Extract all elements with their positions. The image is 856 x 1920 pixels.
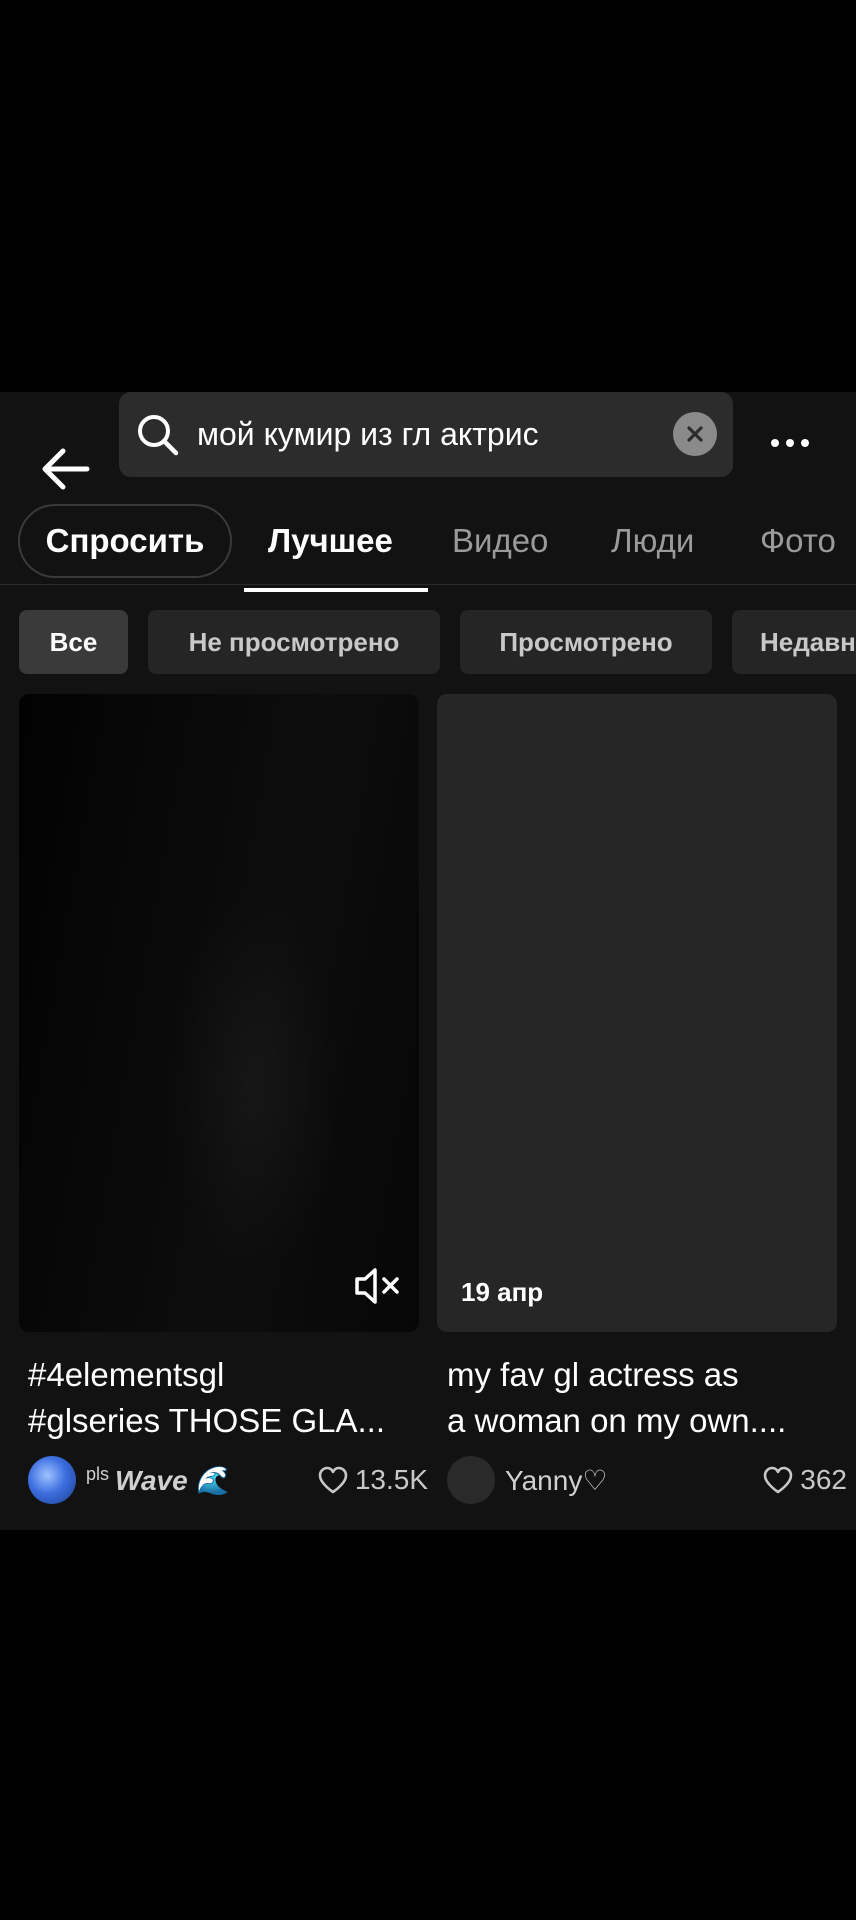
filter-chip-watched[interactable]: Просмотрено <box>460 610 712 674</box>
author-name[interactable]: pls Wave 🌊 <box>86 1464 317 1497</box>
video-thumbnail[interactable] <box>19 694 419 1332</box>
author-main-name: Yanny♡ <box>505 1464 608 1496</box>
search-input[interactable]: мой кумир из гл актрис <box>119 392 733 477</box>
tab-ask[interactable]: Спросить <box>18 504 232 578</box>
like-count: 13.5K <box>317 1464 428 1496</box>
more-dot-icon <box>801 439 809 447</box>
clear-search-button[interactable] <box>673 412 717 456</box>
like-count-value: 362 <box>800 1464 847 1495</box>
video-author-row: Yanny♡ 362 <box>447 1454 847 1506</box>
video-date: 19 апр <box>461 1277 544 1307</box>
active-tab-indicator <box>244 588 428 592</box>
tab-top[interactable]: Лучшее <box>268 504 393 578</box>
tab-photos[interactable]: Фото <box>760 504 836 578</box>
close-icon <box>687 426 703 442</box>
video-caption[interactable]: #4elementsgl #glseries THOSE GLA... <box>28 1352 428 1444</box>
author-main-name: Wave 🌊 <box>115 1464 231 1496</box>
video-author-row: pls Wave 🌊 13.5K <box>28 1454 428 1506</box>
muted-speaker-icon[interactable] <box>353 1264 403 1308</box>
search-query: мой кумир из гл актрис <box>197 416 539 452</box>
more-options-button[interactable] <box>760 418 820 468</box>
tab-people[interactable]: Люди <box>611 504 694 578</box>
tab-videos[interactable]: Видео <box>452 504 548 578</box>
caption-line: #4elementsgl <box>28 1356 225 1393</box>
search-icon <box>138 415 179 456</box>
avatar[interactable] <box>447 1456 495 1504</box>
search-tabs: Спросить Лучшее Видео Люди Фото <box>0 504 856 585</box>
back-button[interactable] <box>30 434 100 504</box>
heart-icon <box>763 1466 793 1494</box>
more-dot-icon <box>786 439 794 447</box>
like-count: 362 <box>762 1464 847 1496</box>
video-thumbnail[interactable]: 19 апр <box>437 694 837 1332</box>
caption-line: a woman on my own.... <box>447 1402 787 1439</box>
screen: мой кумир из гл актрис Спросить Лучшее В… <box>0 0 856 1920</box>
more-dot-icon <box>771 439 779 447</box>
filter-chip-unwatched[interactable]: Не просмотрено <box>148 610 440 674</box>
search-results-page: мой кумир из гл актрис Спросить Лучшее В… <box>0 392 856 1530</box>
filter-chip-all[interactable]: Все <box>19 610 128 674</box>
back-arrow-icon <box>42 448 90 490</box>
filter-chip-recent[interactable]: Недавн <box>732 610 856 674</box>
author-name[interactable]: Yanny♡ <box>505 1464 762 1497</box>
like-count-value: 13.5K <box>354 1464 428 1495</box>
heart-icon <box>318 1466 348 1494</box>
caption-line: my fav gl actress as <box>447 1356 739 1393</box>
author-prefix: pls <box>86 1463 110 1484</box>
avatar[interactable] <box>28 1456 76 1504</box>
video-caption[interactable]: my fav gl actress as a woman on my own..… <box>447 1352 847 1444</box>
caption-line: #glseries THOSE GLA... <box>28 1402 386 1439</box>
